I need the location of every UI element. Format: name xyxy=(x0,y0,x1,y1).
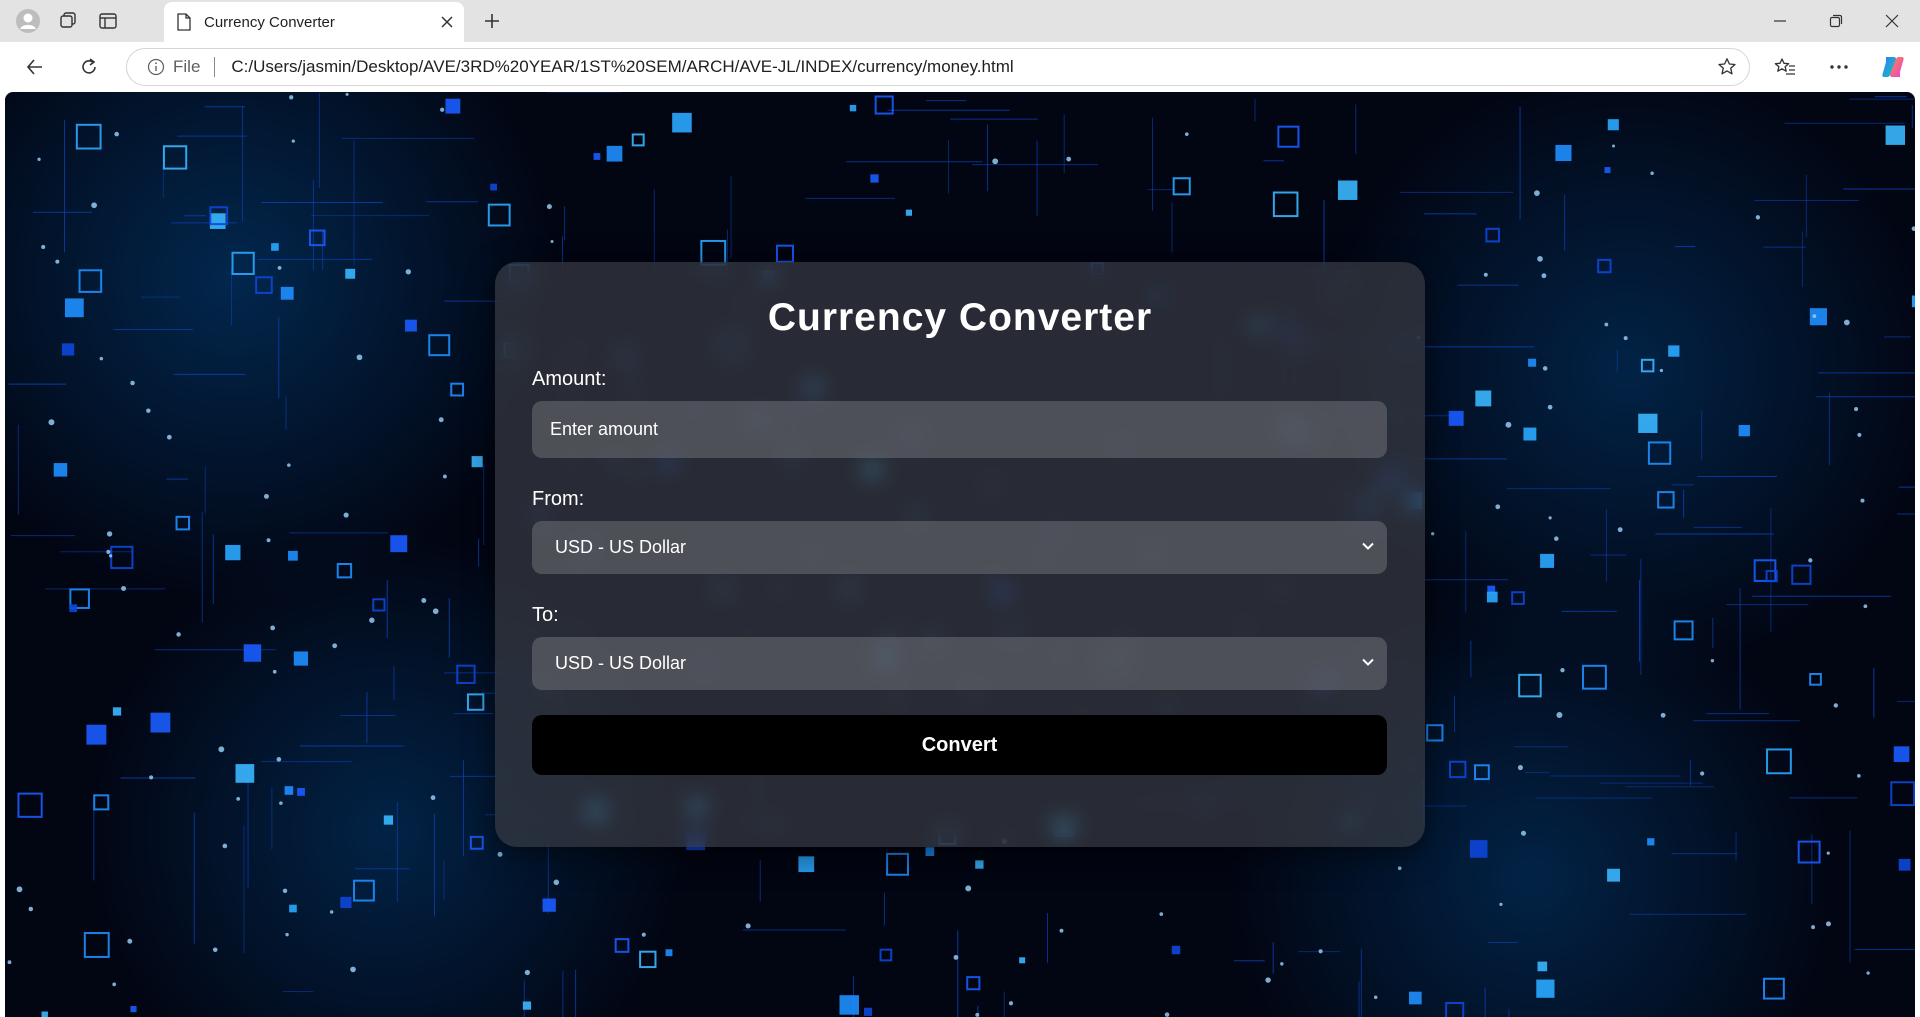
chevron-down-icon xyxy=(1362,658,1374,666)
amount-input[interactable] xyxy=(532,401,1387,458)
url-text[interactable]: C:/Users/jasmin/Desktop/AVE/3RD%20YEAR/1… xyxy=(231,57,1013,77)
browser-toolbar: File C:/Users/jasmin/Desktop/AVE/3RD%20Y… xyxy=(0,42,1920,92)
new-tab-button[interactable] xyxy=(474,5,510,37)
close-icon xyxy=(1885,14,1899,28)
from-currency-select[interactable]: USD - US Dollar xyxy=(532,521,1387,574)
tab-strip: Currency Converter xyxy=(0,0,1920,42)
ellipsis-icon xyxy=(1830,65,1848,69)
to-currency-select[interactable]: USD - US Dollar xyxy=(532,637,1387,690)
tab-actions-button[interactable] xyxy=(90,5,126,37)
restore-icon xyxy=(1829,14,1843,28)
favorites-button[interactable] xyxy=(1768,51,1802,83)
favorite-star-icon[interactable] xyxy=(1717,57,1737,77)
minimize-icon xyxy=(1774,20,1786,22)
minimize-button[interactable] xyxy=(1752,0,1808,42)
vertical-tabs-icon xyxy=(99,13,117,29)
address-separator xyxy=(214,57,216,77)
close-tab-icon[interactable] xyxy=(440,15,454,29)
converter-card: Currency Converter Amount: From: USD - U… xyxy=(495,262,1425,847)
favorites-list-icon xyxy=(1774,58,1795,75)
plus-icon xyxy=(485,14,499,28)
workspaces-button[interactable] xyxy=(50,5,86,37)
tab-currency-converter[interactable]: Currency Converter xyxy=(164,2,464,42)
chevron-down-icon xyxy=(1362,542,1374,550)
refresh-button[interactable] xyxy=(72,51,106,83)
from-currency-value: USD - US Dollar xyxy=(555,537,687,557)
restore-button[interactable] xyxy=(1808,0,1864,42)
page-viewport: Currency Converter Amount: From: USD - U… xyxy=(5,92,1915,1017)
page-title: Currency Converter xyxy=(767,296,1153,339)
from-label: From: xyxy=(532,488,585,510)
page-icon xyxy=(177,13,191,31)
more-options-button[interactable] xyxy=(1822,51,1856,83)
refresh-icon xyxy=(82,58,96,74)
tab-title: Currency Converter xyxy=(204,13,335,31)
workspaces-icon xyxy=(60,12,76,28)
info-icon[interactable] xyxy=(147,58,165,76)
copilot-icon xyxy=(1882,57,1904,77)
close-window-button[interactable] xyxy=(1864,0,1920,42)
amount-label: Amount: xyxy=(532,368,607,390)
to-label: To: xyxy=(532,604,559,626)
to-currency-value: USD - US Dollar xyxy=(555,653,687,673)
profile-icon xyxy=(16,9,40,33)
convert-button[interactable]: Convert xyxy=(532,715,1387,775)
address-bar[interactable]: File C:/Users/jasmin/Desktop/AVE/3RD%20Y… xyxy=(126,48,1750,86)
back-button[interactable] xyxy=(18,51,52,83)
profile-button[interactable] xyxy=(10,5,46,37)
scheme-label: File xyxy=(173,57,201,76)
back-arrow-icon xyxy=(26,59,42,75)
copilot-button[interactable] xyxy=(1876,51,1910,83)
